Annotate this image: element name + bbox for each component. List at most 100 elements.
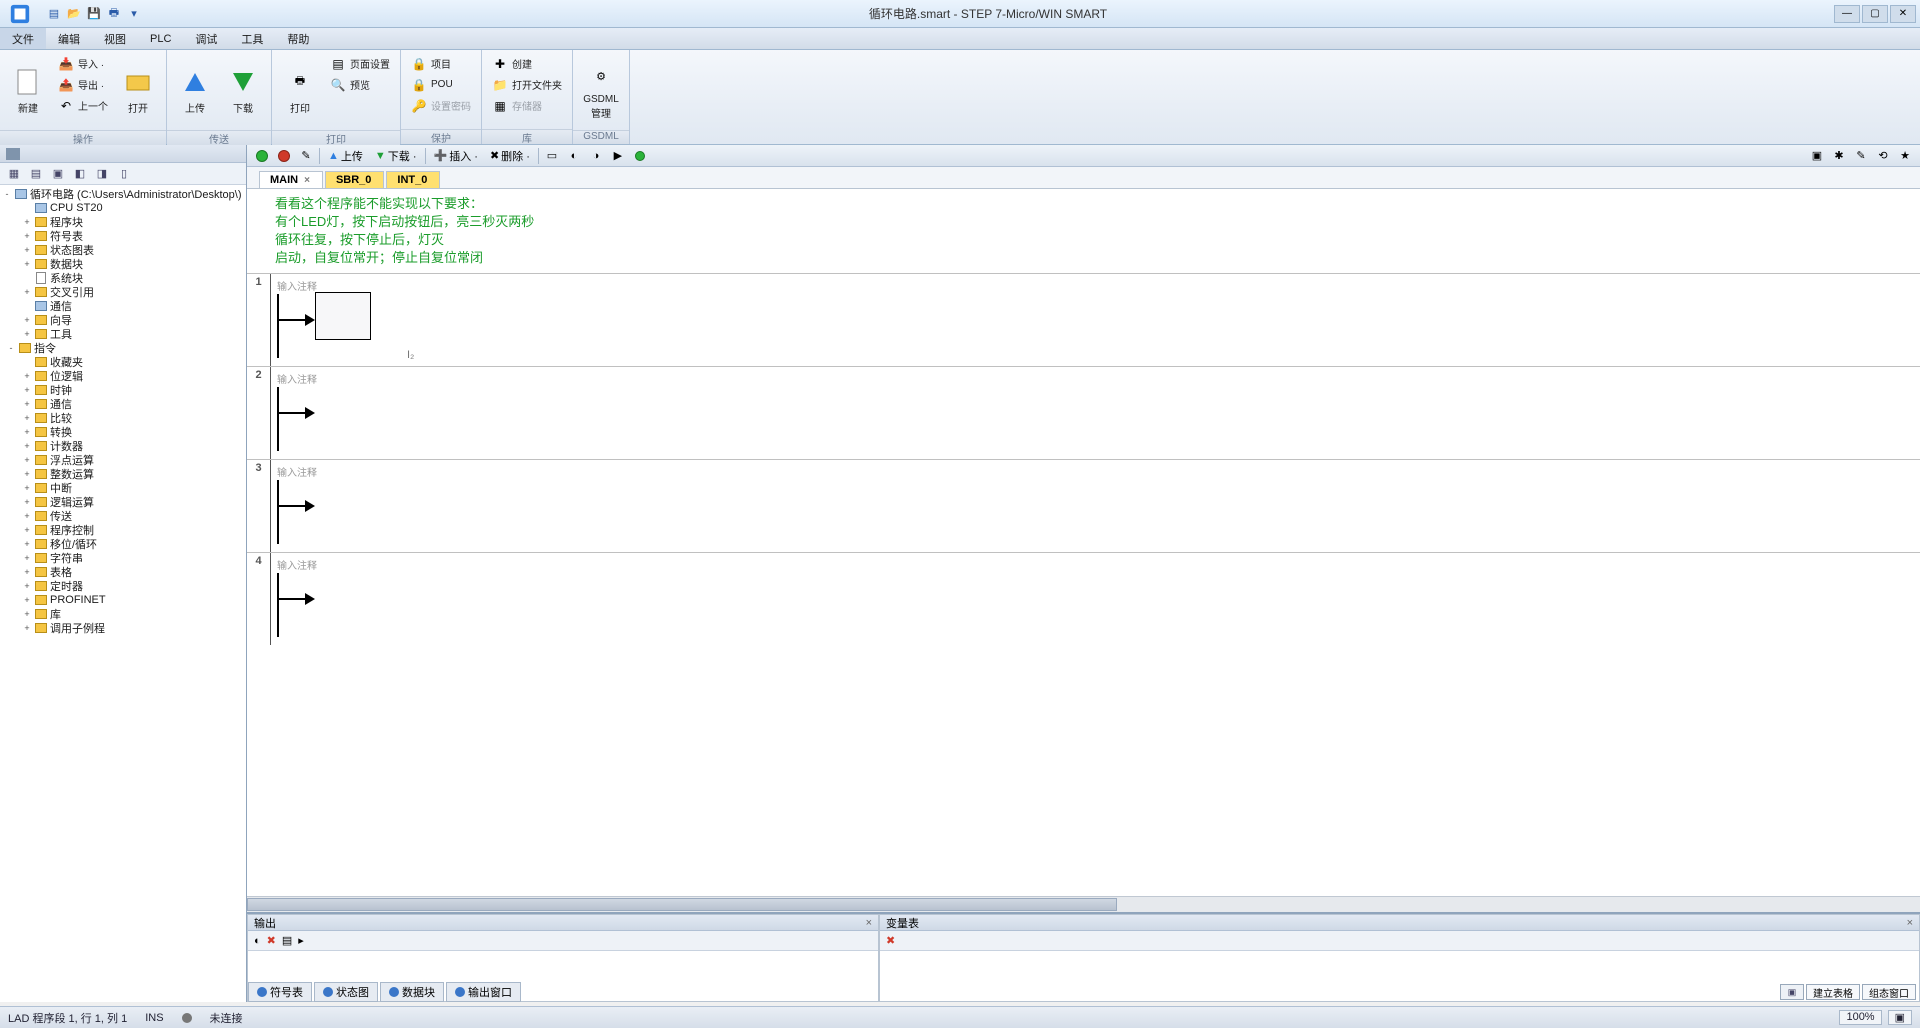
tree-node[interactable]: +整数运算 xyxy=(0,467,246,481)
btab-symbol[interactable]: 符号表 xyxy=(248,982,312,1002)
new-button[interactable]: 新建 xyxy=(6,54,50,126)
protect-pou-button[interactable]: 🔒POU xyxy=(407,75,475,94)
network-title[interactable]: 输入注释 xyxy=(277,464,1914,479)
network[interactable]: 3输入注释 xyxy=(247,459,1920,552)
tree-tool-2[interactable]: ▤ xyxy=(28,166,44,182)
qat-open-icon[interactable]: 📂 xyxy=(66,6,82,22)
out-tool-4[interactable]: ▸ xyxy=(298,934,304,947)
tb-r5[interactable]: ★ xyxy=(1896,147,1914,165)
prev-button[interactable]: ↶上一个 xyxy=(54,96,112,115)
upload-button[interactable]: 上传 xyxy=(173,54,217,126)
maximize-button[interactable]: ▢ xyxy=(1862,5,1888,23)
tree-node[interactable]: +浮点运算 xyxy=(0,453,246,467)
tb-r3[interactable]: ✎ xyxy=(1852,147,1870,165)
tb-misc2[interactable]: ◐ xyxy=(565,147,583,165)
qat-dropdown-icon[interactable]: ▾ xyxy=(126,6,142,22)
tb-misc3[interactable]: ◑ xyxy=(587,147,605,165)
tab-int0[interactable]: INT_0 xyxy=(386,171,440,188)
network-title[interactable]: 输入注释 xyxy=(277,371,1914,386)
lib-openfolder-button[interactable]: 📁打开文件夹 xyxy=(488,75,566,94)
tb-download[interactable]: ▼下载 · xyxy=(371,147,421,165)
close-icon[interactable]: × xyxy=(304,175,310,186)
tb-misc5[interactable] xyxy=(631,147,649,165)
menu-plc[interactable]: PLC xyxy=(138,28,183,49)
tree-node[interactable]: +符号表 xyxy=(0,229,246,243)
download-button[interactable]: 下载 xyxy=(221,54,265,126)
status-layout[interactable]: ▣ xyxy=(1888,1010,1912,1025)
gsdml-button[interactable]: ⚙ GSDML 管理 xyxy=(579,54,623,126)
app-icon[interactable] xyxy=(0,0,40,28)
tree-node[interactable]: +表格 xyxy=(0,565,246,579)
tab-sbr0[interactable]: SBR_0 xyxy=(325,171,384,188)
tree-node[interactable]: +位逻辑 xyxy=(0,369,246,383)
close-button[interactable]: ✕ xyxy=(1890,5,1916,23)
tree-node[interactable]: 收藏夹 xyxy=(0,355,246,369)
tree-tool-1[interactable]: ▦ xyxy=(6,166,22,182)
canvas-hscroll[interactable] xyxy=(247,896,1920,912)
qat-save-icon[interactable]: 💾 xyxy=(86,6,102,22)
close-icon[interactable]: × xyxy=(1907,917,1913,929)
tree-node[interactable]: +向导 xyxy=(0,313,246,327)
view-btn-1[interactable]: ▣ xyxy=(1780,984,1804,1000)
qat-new-icon[interactable]: ▤ xyxy=(46,6,62,22)
tree-node[interactable]: +通信 xyxy=(0,397,246,411)
tree-node[interactable]: +工具 xyxy=(0,327,246,341)
out-tool-3[interactable]: ▤ xyxy=(282,934,292,947)
network-title[interactable]: 输入注释 xyxy=(277,278,1914,293)
close-icon[interactable]: × xyxy=(866,917,872,929)
tree-node[interactable]: +字符串 xyxy=(0,551,246,565)
tree-node[interactable]: +逻辑运算 xyxy=(0,495,246,509)
tb-delete[interactable]: ✖删除 · xyxy=(486,147,534,165)
tree-tool-4[interactable]: ◧ xyxy=(72,166,88,182)
tree-node[interactable]: +PROFINET xyxy=(0,593,246,607)
tree-node[interactable]: +定时器 xyxy=(0,579,246,593)
tree-node[interactable]: +转换 xyxy=(0,425,246,439)
btab-data[interactable]: 数据块 xyxy=(380,982,444,1002)
tree-node[interactable]: +传送 xyxy=(0,509,246,523)
menu-debug[interactable]: 调试 xyxy=(183,28,229,49)
menu-tools[interactable]: 工具 xyxy=(229,28,275,49)
menu-help[interactable]: 帮助 xyxy=(275,28,321,49)
tb-misc1[interactable]: ▭ xyxy=(543,147,561,165)
open-button[interactable]: 打开 xyxy=(116,54,160,126)
btab-status[interactable]: 状态图 xyxy=(314,982,378,1002)
network-title[interactable]: 输入注释 xyxy=(277,557,1914,572)
tree-node[interactable]: -指令 xyxy=(0,341,246,355)
tree-node[interactable]: 系统块 xyxy=(0,271,246,285)
project-tree[interactable]: - 循环电路 (C:\Users\Administrator\Desktop\)… xyxy=(0,185,246,1002)
network[interactable]: 2输入注释 xyxy=(247,366,1920,459)
view-btn-table[interactable]: 建立表格 xyxy=(1806,984,1860,1000)
network[interactable]: 1输入注释 xyxy=(247,273,1920,366)
tree-node[interactable]: CPU ST20 xyxy=(0,201,246,215)
var-tool-1[interactable]: ✖ xyxy=(886,934,895,947)
lib-create-button[interactable]: ✚创建 xyxy=(488,54,566,73)
tb-r1[interactable]: ▣ xyxy=(1808,147,1826,165)
ladder-canvas[interactable]: 看看这个程序能不能实现以下要求： 有个LED灯，按下启动按钮后，亮三秒灭两秒 循… xyxy=(247,189,1920,896)
menu-edit[interactable]: 编辑 xyxy=(46,28,92,49)
tree-node[interactable]: +程序控制 xyxy=(0,523,246,537)
tree-tool-5[interactable]: ◨ xyxy=(94,166,110,182)
tree-node[interactable]: +中断 xyxy=(0,481,246,495)
tb-r2[interactable]: ✱ xyxy=(1830,147,1848,165)
tree-node[interactable]: +状态图表 xyxy=(0,243,246,257)
tree-tool-3[interactable]: ▣ xyxy=(50,166,66,182)
tb-insert[interactable]: ➕插入 · xyxy=(430,147,482,165)
minimize-button[interactable]: — xyxy=(1834,5,1860,23)
menu-view[interactable]: 视图 xyxy=(92,28,138,49)
tb-misc4[interactable]: ▶ xyxy=(609,147,627,165)
tree-node[interactable]: +时钟 xyxy=(0,383,246,397)
protect-project-button[interactable]: 🔒项目 xyxy=(407,54,475,73)
run-button[interactable] xyxy=(253,147,271,165)
tree-root[interactable]: - 循环电路 (C:\Users\Administrator\Desktop\) xyxy=(0,187,246,201)
tree-node[interactable]: 通信 xyxy=(0,299,246,313)
tab-main[interactable]: MAIN× xyxy=(259,171,323,188)
tree-node[interactable]: +调用子例程 xyxy=(0,621,246,635)
tree-node[interactable]: +比较 xyxy=(0,411,246,425)
tree-node[interactable]: +库 xyxy=(0,607,246,621)
print-button[interactable]: 🖶 打印 xyxy=(278,54,322,126)
qat-print-icon[interactable]: 🖶 xyxy=(106,6,122,22)
tree-node[interactable]: +数据块 xyxy=(0,257,246,271)
tb-r4[interactable]: ⟲ xyxy=(1874,147,1892,165)
tree-node[interactable]: +计数器 xyxy=(0,439,246,453)
status-zoom[interactable]: 100% xyxy=(1839,1010,1881,1025)
